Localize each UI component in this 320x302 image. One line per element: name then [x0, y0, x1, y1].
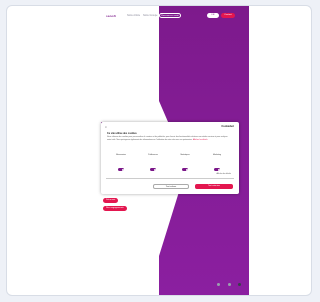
language-switch[interactable]: FR	[207, 13, 219, 18]
top-navigation: sanofi Notre Article Notre Groupe Ressou…	[97, 12, 249, 22]
pager-dot-active[interactable]	[238, 283, 241, 286]
divider	[106, 178, 234, 179]
cookiebot-logo: Cookiebot	[221, 125, 234, 128]
nav-link-group[interactable]: Notre Groupe	[143, 14, 157, 17]
cookie-consent-dialog: × Cookiebot Ce site utilise des cookies …	[101, 122, 239, 194]
toggle-switch[interactable]	[150, 168, 156, 171]
toggle-switch[interactable]	[182, 168, 188, 171]
nav-link-article[interactable]: Notre Article	[127, 14, 140, 17]
commitments-button[interactable]: Nos engagements	[103, 206, 127, 211]
toggle-label: Statistiques	[180, 154, 190, 156]
brand-logo[interactable]: sanofi	[106, 14, 116, 18]
pager-dot[interactable]	[217, 283, 221, 286]
dialog-body-text: Nous utilisons des cookies pour personna…	[107, 136, 228, 141]
toggle-label: Préférences	[148, 154, 158, 156]
contact-button[interactable]: Contact	[221, 13, 235, 18]
resources-pill[interactable]: Ressources santé	[159, 13, 181, 18]
consent-toggles: Nécessaires Préférences Statistiques Mar…	[111, 154, 229, 171]
dialog-title: Ce site utilise des cookies	[107, 132, 137, 135]
discover-button[interactable]: Découvrir	[103, 198, 119, 203]
website-screenshot: sanofi Notre Article Notre Groupe Ressou…	[97, 6, 249, 295]
toggle-necessary: Nécessaires	[111, 154, 131, 176]
toggle-switch[interactable]	[118, 168, 124, 171]
toggle-switch[interactable]	[214, 168, 220, 171]
dialog-body-link[interactable]: Afficher les détails	[193, 139, 208, 141]
screenshot-frame: sanofi Notre Article Notre Groupe Ressou…	[6, 5, 312, 296]
toggle-preferences: Préférences	[143, 154, 163, 176]
pager-dot[interactable]	[227, 283, 231, 286]
toggle-statistics: Statistiques	[175, 154, 195, 176]
toggle-label: Nécessaires	[116, 154, 126, 156]
pager-dots	[214, 273, 241, 291]
deny-all-button[interactable]: Tout refuser	[153, 184, 189, 189]
show-details-link[interactable]: Afficher les détails	[216, 173, 231, 175]
close-icon[interactable]: ×	[105, 125, 107, 129]
dialog-body: Nous utilisons des cookies pour personna…	[107, 136, 231, 141]
toggle-label: Marketing	[213, 154, 221, 156]
allow-all-button[interactable]: Tout autoriser	[195, 184, 233, 189]
